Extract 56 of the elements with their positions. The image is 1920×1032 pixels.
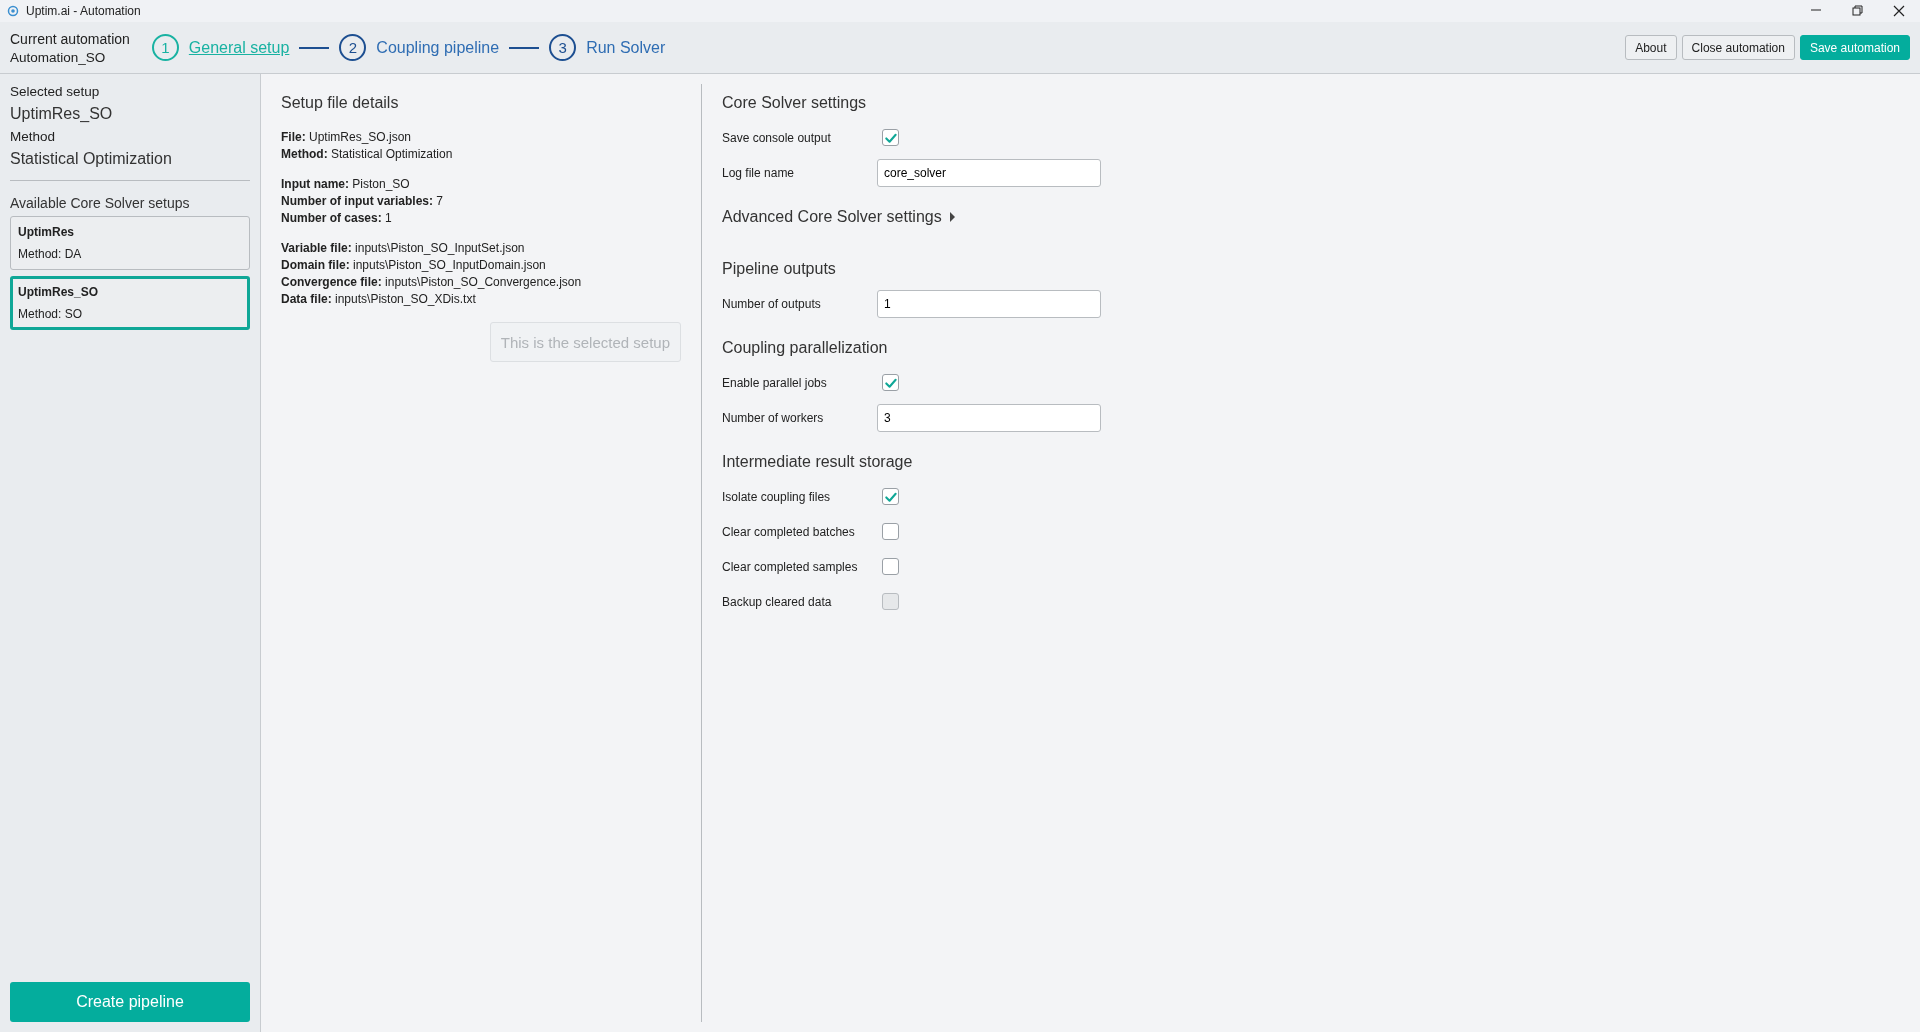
field-label: Clear completed batches <box>722 524 856 539</box>
detail-line: Domain file: inputs\Piston_SO_InputDomain.json <box>281 258 547 272</box>
input-field[interactable]: 3 <box>877 403 1101 432</box>
field-label: Clear completed samples <box>722 559 859 574</box>
setup-card-method: Method: SO <box>18 307 84 321</box>
field-label: Number of outputs <box>722 296 822 311</box>
field-label: Save console output <box>722 130 832 145</box>
step-number[interactable]: 3 <box>549 34 577 61</box>
restore-icon[interactable] <box>1852 5 1863 16</box>
checkbox[interactable] <box>882 129 899 146</box>
section-title: Pipeline outputs <box>722 260 837 278</box>
detail-line: Method: Statistical Optimization <box>281 147 454 161</box>
section-title: Available Core Solver setups <box>10 195 191 211</box>
step-link[interactable]: Run Solver <box>586 38 666 57</box>
detail-line: Input name: Piston_SO <box>281 177 411 191</box>
setup-card[interactable]: UptimRes Method: DA <box>10 216 250 270</box>
checkbox[interactable] <box>882 523 899 540</box>
field-label: Method <box>10 129 57 144</box>
section-title: Intermediate result storage <box>722 453 914 471</box>
field-label: Number of workers <box>722 410 825 425</box>
automation-name: Automation_SO <box>10 49 107 65</box>
detail-line: Variable file: inputs\Piston_SO_InputSet.json <box>281 241 526 255</box>
checkbox[interactable] <box>882 374 899 391</box>
setup-card-title: UptimRes_SO <box>18 285 100 299</box>
setup-card-title: UptimRes <box>18 225 75 239</box>
field-label: Log file name <box>722 165 796 180</box>
method-name: Statistical Optimization <box>10 150 173 168</box>
field-label: Isolate coupling files <box>722 489 832 504</box>
field-label: Enable parallel jobs <box>722 375 828 390</box>
advanced-settings-toggle[interactable]: Advanced Core Solver settings <box>722 208 1900 226</box>
section-title: Core Solver settings <box>722 94 868 112</box>
field-label: Backup cleared data <box>722 594 833 609</box>
input-field[interactable]: 1 <box>877 289 1101 318</box>
close-icon[interactable] <box>1893 5 1905 17</box>
panel-title: Setup file details <box>281 94 400 112</box>
checkbox[interactable] <box>882 558 899 575</box>
detail-line: File: UptimRes_SO.json <box>281 130 413 144</box>
checkbox[interactable] <box>882 488 899 505</box>
setup-card[interactable]: UptimRes_SO Method: SO <box>10 276 250 330</box>
header-button[interactable]: About <box>1625 35 1677 60</box>
detail-line: Number of cases: 1 <box>281 211 393 225</box>
field-label: Selected setup <box>10 84 101 99</box>
setup-name: UptimRes_SO <box>10 105 114 123</box>
step-number[interactable]: 2 <box>339 34 367 61</box>
setup-card-method: Method: DA <box>18 247 83 261</box>
caret-right-icon <box>948 212 957 222</box>
app-logo-icon <box>6 4 20 18</box>
header-button[interactable]: Close automation <box>1681 35 1795 60</box>
automation-label: Current automation <box>10 30 130 47</box>
step-link[interactable]: Coupling pipeline <box>376 38 500 57</box>
detail-line: Data file: inputs\Piston_SO_XDis.txt <box>281 292 477 306</box>
window-title: Uptim.ai - Automation <box>26 4 142 18</box>
detail-line: Number of input variables: 7 <box>281 194 445 208</box>
section-title: Coupling parallelization <box>722 339 889 357</box>
detail-line: Convergence file: inputs\Piston_SO_Convergence.json <box>281 275 583 289</box>
input-field[interactable]: core_solver <box>877 158 1101 187</box>
